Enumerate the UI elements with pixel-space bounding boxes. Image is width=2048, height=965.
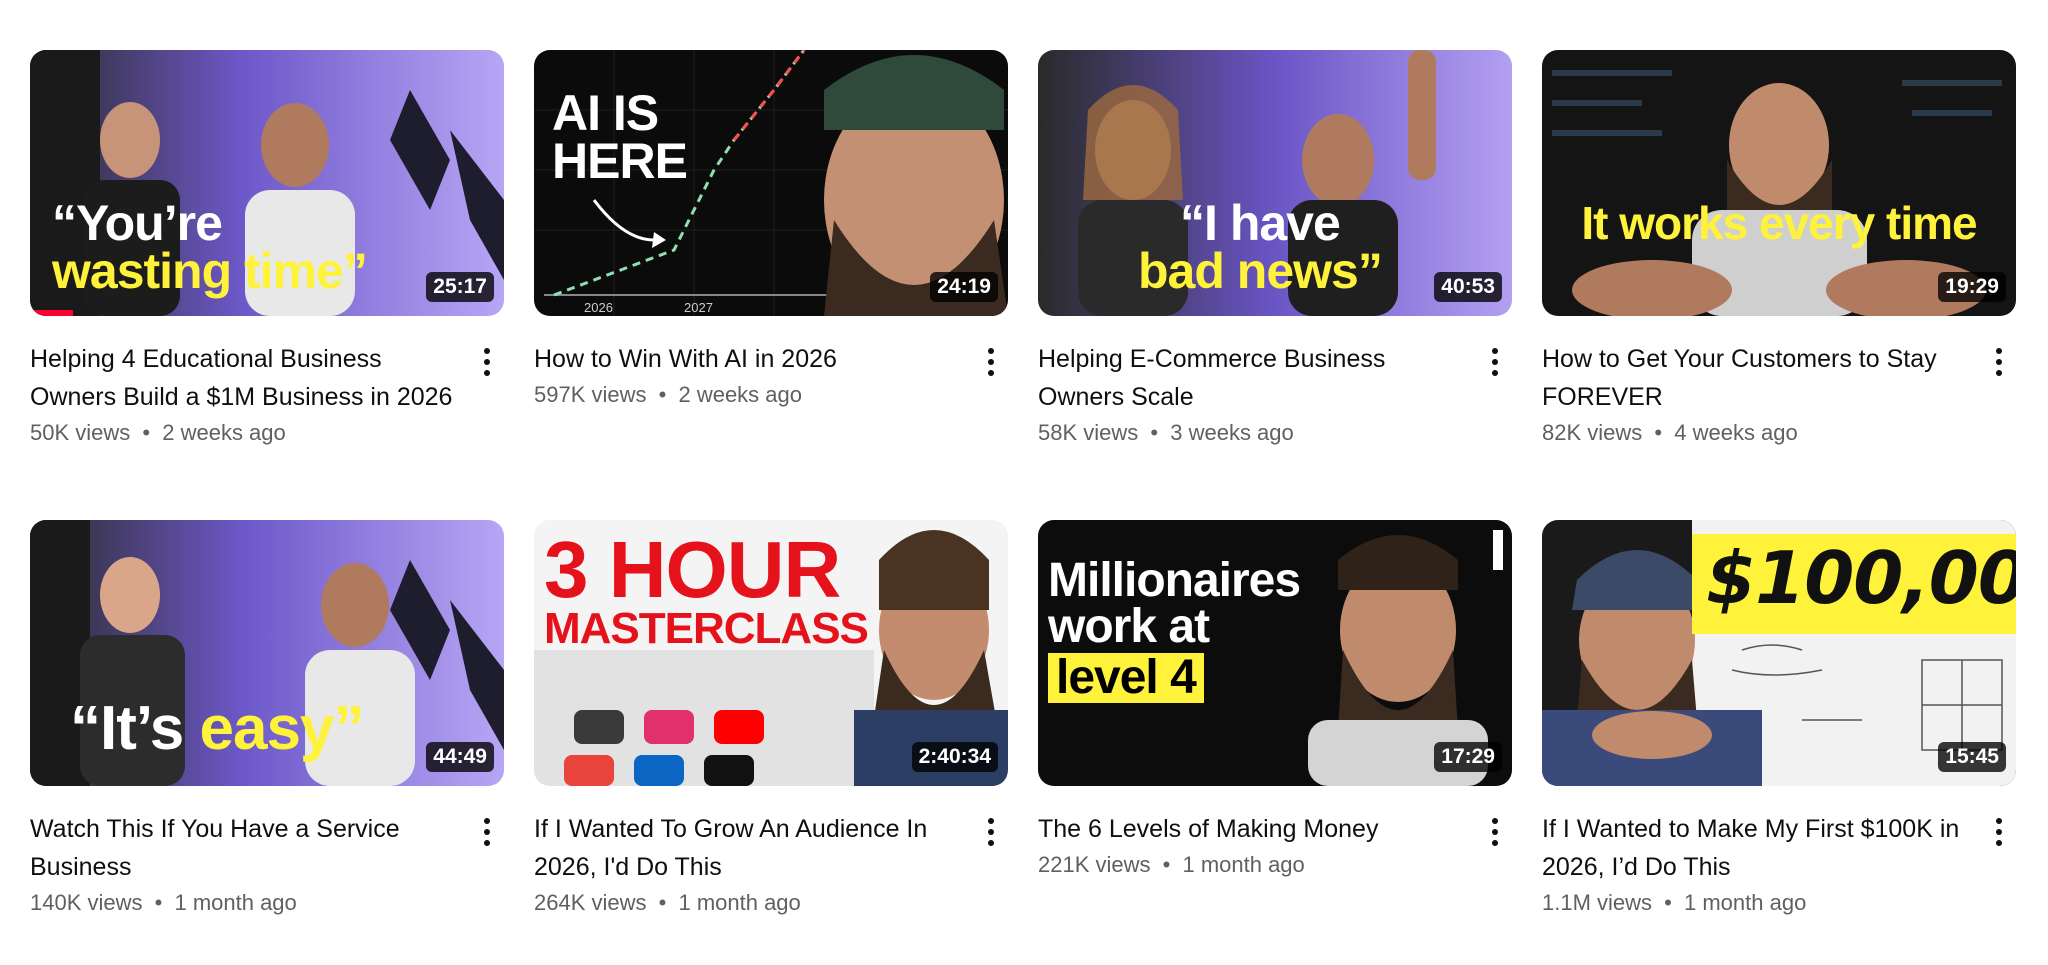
separator: • [658,890,667,915]
separator: • [1162,852,1171,877]
more-options-icon[interactable] [1986,342,2012,382]
video-thumbnail[interactable]: 2026 2027 AI IS HERE 24:19 [534,50,1008,316]
view-count: 58K views [1038,420,1139,445]
video-stats: 1.1M views • 1 month ago [1542,890,1972,916]
video-meta: If I Wanted To Grow An Audience In 2026,… [534,810,1008,916]
separator: • [658,382,667,407]
upload-age: 1 month ago [1684,890,1807,915]
video-card[interactable]: 3 HOUR MASTERCLASS 2:40:34 If I Wanted T… [534,520,1008,916]
thumbnail-text: Millionaires work at level 4 [1048,554,1301,705]
video-stats: 58K views • 3 weeks ago [1038,420,1468,446]
more-options-icon[interactable] [978,812,1004,852]
video-card[interactable]: 2026 2027 AI IS HERE 24:19 How to Win Wi… [534,50,1008,408]
video-stats: 50K views • 2 weeks ago [30,420,460,446]
separator: • [142,420,151,445]
video-thumbnail[interactable]: “You’re wasting time” 25:17 [30,50,504,316]
video-stats: 597K views • 2 weeks ago [534,382,964,408]
video-thumbnail[interactable]: “I have bad news” 40:53 [1038,50,1512,316]
video-meta: Watch This If You Have a Service Busines… [30,810,504,916]
upload-age: 4 weeks ago [1674,420,1798,445]
video-thumbnail[interactable]: It works every time 19:29 [1542,50,2016,316]
view-count: 140K views [30,890,143,915]
view-count: 1.1M views [1542,890,1653,915]
video-stats: 221K views • 1 month ago [1038,852,1468,878]
duration-badge: 15:45 [1938,742,2006,772]
more-options-icon[interactable] [978,342,1004,382]
video-stats: 264K views • 1 month ago [534,890,964,916]
duration-badge: 19:29 [1938,272,2006,302]
separator: • [1654,420,1663,445]
duration-badge: 24:19 [930,272,998,302]
video-card[interactable]: “It’s easy” 44:49 Watch This If You Have… [30,520,504,916]
duration-badge: 44:49 [426,742,494,772]
video-title[interactable]: If I Wanted To Grow An Audience In 2026,… [534,810,964,886]
video-meta: If I Wanted to Make My First $100K in 20… [1542,810,2016,916]
separator: • [1150,420,1159,445]
video-meta: How to Get Your Customers to Stay FOREVE… [1542,340,2016,446]
video-title[interactable]: Helping 4 Educational Business Owners Bu… [30,340,460,416]
video-title[interactable]: Helping E-Commerce Business Owners Scale [1038,340,1468,416]
video-stats: 140K views • 1 month ago [30,890,460,916]
axis-label: 2026 [584,300,613,315]
video-card[interactable]: “I have bad news” 40:53 Helping E-Commer… [1038,50,1512,446]
video-title[interactable]: The 6 Levels of Making Money [1038,810,1468,848]
video-thumbnail[interactable]: “It’s easy” 44:49 [30,520,504,786]
view-count: 597K views [534,382,647,407]
view-count: 82K views [1542,420,1643,445]
duration-badge: 40:53 [1434,272,1502,302]
video-thumbnail[interactable]: 3 HOUR MASTERCLASS 2:40:34 [534,520,1008,786]
video-card[interactable]: “You’re wasting time” 25:17 Helping 4 Ed… [30,50,504,446]
thumbnail-text: It works every time [1581,197,1977,249]
video-thumbnail[interactable]: Millionaires work at level 4 17:29 [1038,520,1512,786]
video-card[interactable]: Millionaires work at level 4 17:29 The 6… [1038,520,1512,878]
more-options-icon[interactable] [1482,342,1508,382]
upload-age: 1 month ago [678,890,801,915]
video-title[interactable]: How to Get Your Customers to Stay FOREVE… [1542,340,1972,416]
video-title[interactable]: How to Win With AI in 2026 [534,340,964,378]
thumbnail-text: AI IS HERE [552,85,688,189]
more-options-icon[interactable] [1482,812,1508,852]
thumbnail-text: 3 HOUR MASTERCLASS [544,525,869,653]
upload-age: 1 month ago [1182,852,1305,877]
video-meta: How to Win With AI in 2026 597K views • … [534,340,1008,408]
thumbnail-text: $100,000 [1692,534,2016,634]
duration-badge: 17:29 [1434,742,1502,772]
duration-badge: 2:40:34 [911,742,998,772]
video-title[interactable]: If I Wanted to Make My First $100K in 20… [1542,810,1972,886]
view-count: 221K views [1038,852,1151,877]
upload-age: 1 month ago [174,890,297,915]
video-thumbnail[interactable]: $100,000 15:45 [1542,520,2016,786]
more-options-icon[interactable] [474,812,500,852]
thumbnail-text: “You’re wasting time” [52,195,368,299]
thumbnail-text: “It’s easy” [70,694,364,763]
upload-age: 3 weeks ago [1170,420,1294,445]
separator: • [154,890,163,915]
video-meta: Helping 4 Educational Business Owners Bu… [30,340,504,446]
upload-age: 2 weeks ago [678,382,802,407]
separator: • [1664,890,1672,915]
video-meta: Helping E-Commerce Business Owners Scale… [1038,340,1512,446]
more-options-icon[interactable] [474,342,500,382]
video-card[interactable]: $100,000 15:45 If I Wanted to Make My Fi… [1542,520,2016,916]
axis-label: 2027 [684,300,713,315]
thumbnail-text: “I have bad news” [1138,195,1383,299]
more-options-icon[interactable] [1986,812,2012,852]
video-title[interactable]: Watch This If You Have a Service Busines… [30,810,460,886]
upload-age: 2 weeks ago [162,420,286,445]
watch-progress-bar [30,310,73,316]
duration-badge: 25:17 [426,272,494,302]
video-card[interactable]: It works every time 19:29 How to Get You… [1542,50,2016,446]
video-meta: The 6 Levels of Making Money 221K views … [1038,810,1512,878]
video-stats: 82K views • 4 weeks ago [1542,420,1972,446]
view-count: 264K views [534,890,647,915]
view-count: 50K views [30,420,131,445]
